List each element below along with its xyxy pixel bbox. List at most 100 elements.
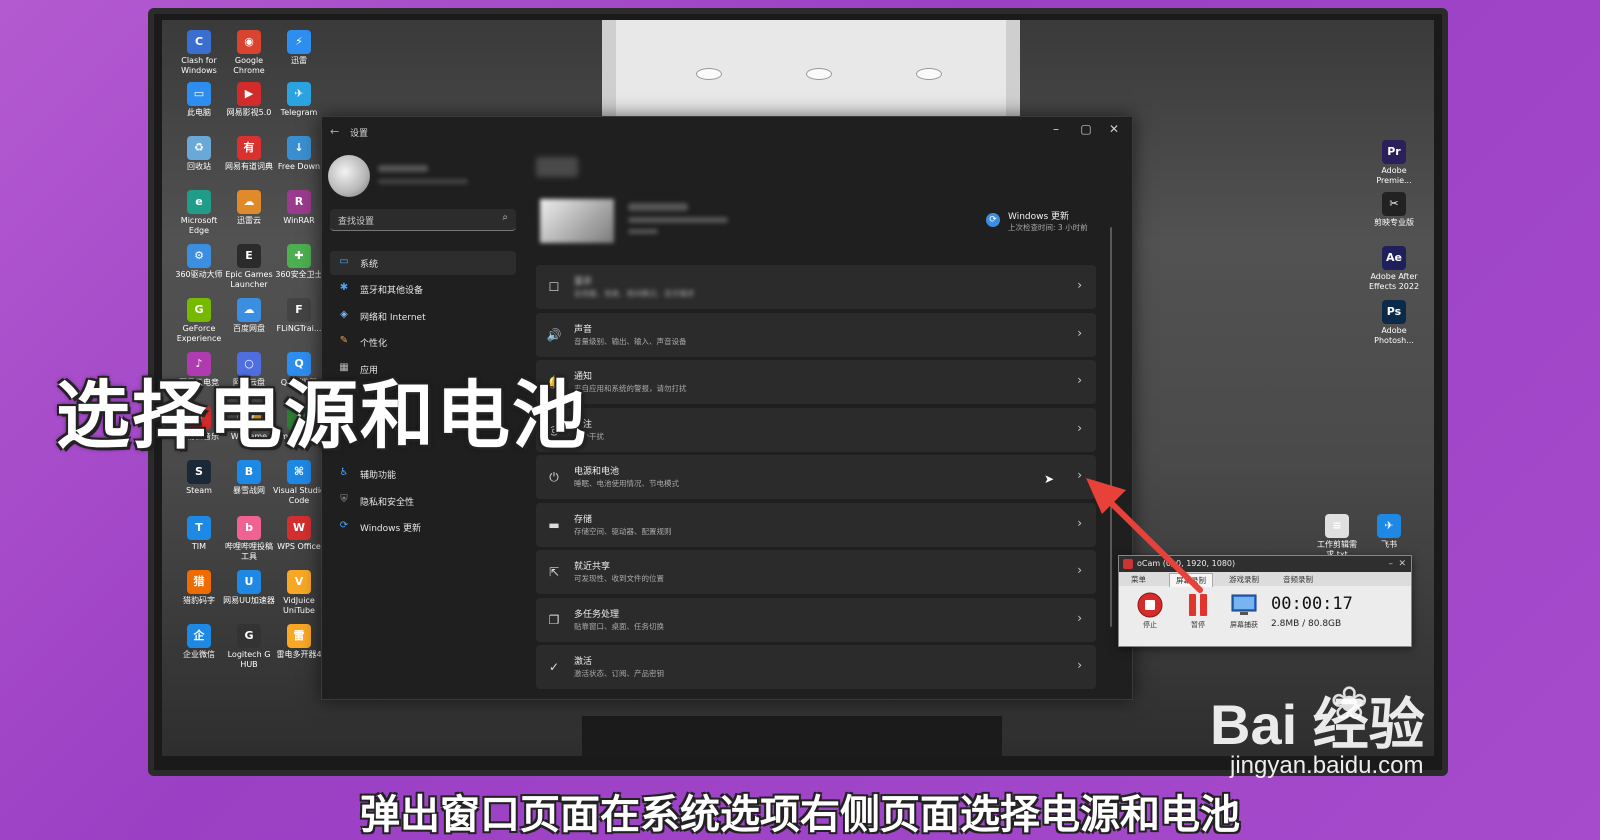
desktop-icon[interactable]: ◉ Google Chrome — [222, 30, 276, 76]
desktop-icon[interactable]: 猎猎豹码字 — [172, 570, 226, 606]
desktop-icon-label: Adobe After Effects 2022 — [1368, 272, 1420, 291]
desktop-icon[interactable]: E Epic Games Launcher — [222, 244, 276, 290]
settings-row[interactable]: 🔊 声音 音量级别、输出、输入、声音设备 › — [536, 312, 1096, 357]
settings-row[interactable]: ⏻ 电源和电池 睡眠、电池使用情况、节电模式 › — [536, 455, 1096, 499]
maximize-button[interactable]: ▢ — [1072, 122, 1100, 136]
desktop-icon[interactable]: Ps Adobe Photosh... — [1367, 300, 1421, 346]
desktop-icon[interactable]: ☁ 百度网盘 — [222, 298, 276, 334]
ocam-tab-screen[interactable]: 屏幕录制 — [1169, 573, 1213, 587]
desktop-icon[interactable]: 企企业微信 — [172, 624, 226, 660]
windows-update-shortcut[interactable]: ⟳ Windows 更新 上次检查时间: 3 小时前 — [986, 207, 1116, 237]
desktop-icon[interactable]: T TIM — [172, 516, 226, 552]
stop-icon — [1137, 592, 1163, 618]
title-bar[interactable]: ← 设置 – ▢ ✕ — [322, 117, 1132, 147]
power-icon: ⏻ — [549, 470, 559, 484]
ocam-pause-button[interactable]: 暂停 — [1179, 592, 1217, 630]
desktop-icon[interactable]: U 网易UU加速器 — [222, 570, 276, 606]
ocam-minimize-button[interactable]: – — [1389, 556, 1394, 572]
app-icon: E — [237, 244, 261, 268]
desktop-icon[interactable]: R WinRAR — [272, 190, 326, 226]
minimize-button[interactable]: – — [1042, 122, 1070, 136]
scrollbar[interactable] — [1110, 227, 1112, 627]
desktop-icon[interactable]: ⚡ 迅雷 — [272, 30, 326, 66]
device-model-blurred — [628, 217, 728, 223]
desktop-icon[interactable]: ↓ Free Down — [272, 136, 326, 172]
desktop-icon[interactable]: b 哔哩哔哩投稿工具 — [222, 516, 276, 562]
settings-row[interactable]: ✓ 激活 激活状态、订阅、产品密钥 › — [536, 645, 1096, 689]
desktop-icon-label: 迅雷云 — [237, 216, 261, 225]
desktop-icon-label: Logitech G HUB — [227, 650, 271, 669]
device-image — [540, 199, 614, 243]
app-icon: ✚ — [287, 244, 311, 268]
back-arrow-icon[interactable]: ← — [330, 125, 339, 138]
app-icon: R — [287, 190, 311, 214]
desktop-icon-label: Steam — [186, 486, 212, 495]
desktop-icon[interactable]: ✈ Telegram — [272, 82, 326, 118]
ocam-stop-button[interactable]: 停止 — [1131, 592, 1169, 630]
close-button[interactable]: ✕ — [1100, 122, 1128, 136]
desktop-icon[interactable]: Pr Adobe Premie... — [1367, 140, 1421, 186]
update-icon: ⟳ — [339, 520, 349, 531]
sidebar-item[interactable]: ◈ 网络和 Internet — [330, 304, 516, 328]
desktop-icon[interactable]: G Logitech G HUB — [222, 624, 276, 670]
settings-row[interactable]: ⇱ 就近共享 可发现性、收到文件的位置 › — [536, 550, 1096, 594]
desktop-icon[interactable]: ✈ 飞书 — [1362, 514, 1416, 550]
ocam-window[interactable]: oCam (0, 0, 1920, 1080) – ✕ 菜单 屏幕录制 游戏录制… — [1118, 555, 1412, 647]
desktop-icon[interactable]: ▶ 网易影视5.0 — [222, 82, 276, 118]
baidu-paw-icon: ❀ — [1330, 676, 1369, 730]
ocam-capture-label: 屏幕捕获 — [1230, 621, 1258, 629]
desktop-icon[interactable]: 雷雷电多开器4 — [272, 624, 326, 660]
avatar[interactable] — [328, 155, 370, 197]
desktop-icon[interactable]: ☁ 迅雷云 — [222, 190, 276, 226]
settings-row[interactable]: 🔔 通知 来自应用和系统的警报，请勿打扰 › — [536, 360, 1096, 404]
sidebar-item[interactable]: ♿ 辅助功能 — [330, 462, 516, 486]
settings-row-subtitle: 来自应用和系统的警报，请勿打扰 — [574, 384, 687, 393]
chevron-right-icon: › — [1077, 373, 1082, 387]
desktop-icon[interactable]: 有网易有道词典 — [222, 136, 276, 172]
desktop-icon[interactable]: W WPS Office — [272, 516, 326, 552]
desktop-icon[interactable]: ▭ 此电脑 — [172, 82, 226, 118]
settings-row[interactable]: ▬ 存储 存储空间、驱动器、配置规则 › — [536, 502, 1096, 547]
desktop-icon[interactable]: B 暴雪战网 — [222, 460, 276, 496]
accessibility-icon: ♿ — [339, 467, 349, 478]
desktop-icon-label: TIM — [191, 542, 207, 551]
sidebar-item[interactable]: ⟳ Windows 更新 — [330, 515, 516, 539]
desktop-icon[interactable]: G GeForce Experience — [172, 298, 226, 344]
sidebar-item[interactable]: ✱ 蓝牙和其他设备 — [330, 277, 516, 301]
desktop-icon[interactable]: V VidJuice UniTube — [272, 570, 326, 616]
sidebar-item[interactable]: ✎ 个性化 — [330, 330, 516, 354]
desktop-icon[interactable]: C Clash for Windows — [172, 30, 226, 76]
ocam-close-button[interactable]: ✕ — [1398, 556, 1406, 572]
search-input[interactable]: 查找设置 ⌕ — [330, 209, 516, 231]
search-icon[interactable]: ⌕ — [502, 212, 508, 223]
subtitle-overlay: 弹出窗口页面在系统选项右侧页面选择电源和电池 — [360, 792, 1240, 838]
desktop-icon[interactable]: ⌘ Visual Studio Code — [272, 460, 326, 506]
sidebar-item[interactable]: ▭ 系统 — [330, 251, 516, 275]
desktop-icon[interactable]: ≡工作剪辑需求.txt — [1310, 514, 1364, 560]
desktop-icon[interactable]: Ae Adobe After Effects 2022 — [1367, 246, 1421, 292]
desktop-icon[interactable]: S Steam — [172, 460, 226, 496]
update-icon: ⟳ — [986, 213, 1000, 227]
desktop-icon[interactable]: ♻ 回收站 — [172, 136, 226, 172]
desktop-icon[interactable]: e Microsoft Edge — [172, 190, 226, 236]
ocam-tab-menu[interactable]: 菜单 — [1125, 573, 1152, 586]
desktop-icon-label: Epic Games Launcher — [225, 270, 273, 289]
settings-row[interactable]: ☐ 显示 监视器、亮度、夜间模式、显示描述 › — [536, 265, 1096, 309]
chevron-right-icon: › — [1077, 468, 1082, 482]
wallpaper-floor — [582, 716, 1002, 756]
desktop-icon-label: 回收站 — [187, 162, 211, 171]
chevron-right-icon: › — [1077, 515, 1082, 530]
desktop-icon[interactable]: ⚙ 360驱动大师 — [172, 244, 226, 280]
ocam-capture-button[interactable]: 屏幕捕获 — [1225, 592, 1263, 630]
desktop-icon[interactable]: ✚ 360安全卫士 — [272, 244, 326, 280]
desktop-icon[interactable]: F FLiNGTrai... — [272, 298, 326, 334]
sidebar-item[interactable]: ⛨ 隐私和安全性 — [330, 489, 516, 513]
desktop-icon[interactable]: ✂ 剪映专业版 — [1367, 192, 1421, 228]
settings-row[interactable]: ◎ 专注 减少干扰 › — [536, 407, 1096, 452]
desktop-icon-label: 剪映专业版 — [1374, 218, 1414, 227]
ocam-tab-game[interactable]: 游戏录制 — [1223, 573, 1265, 586]
settings-row[interactable]: ❐ 多任务处理 贴靠窗口、桌面、任务切换 › — [536, 597, 1096, 642]
ocam-title-bar[interactable]: oCam (0, 0, 1920, 1080) – ✕ — [1119, 556, 1411, 572]
ocam-tab-audio[interactable]: 音频录制 — [1277, 573, 1319, 586]
baidu-watermark: Bai 经验 — [1210, 693, 1425, 756]
